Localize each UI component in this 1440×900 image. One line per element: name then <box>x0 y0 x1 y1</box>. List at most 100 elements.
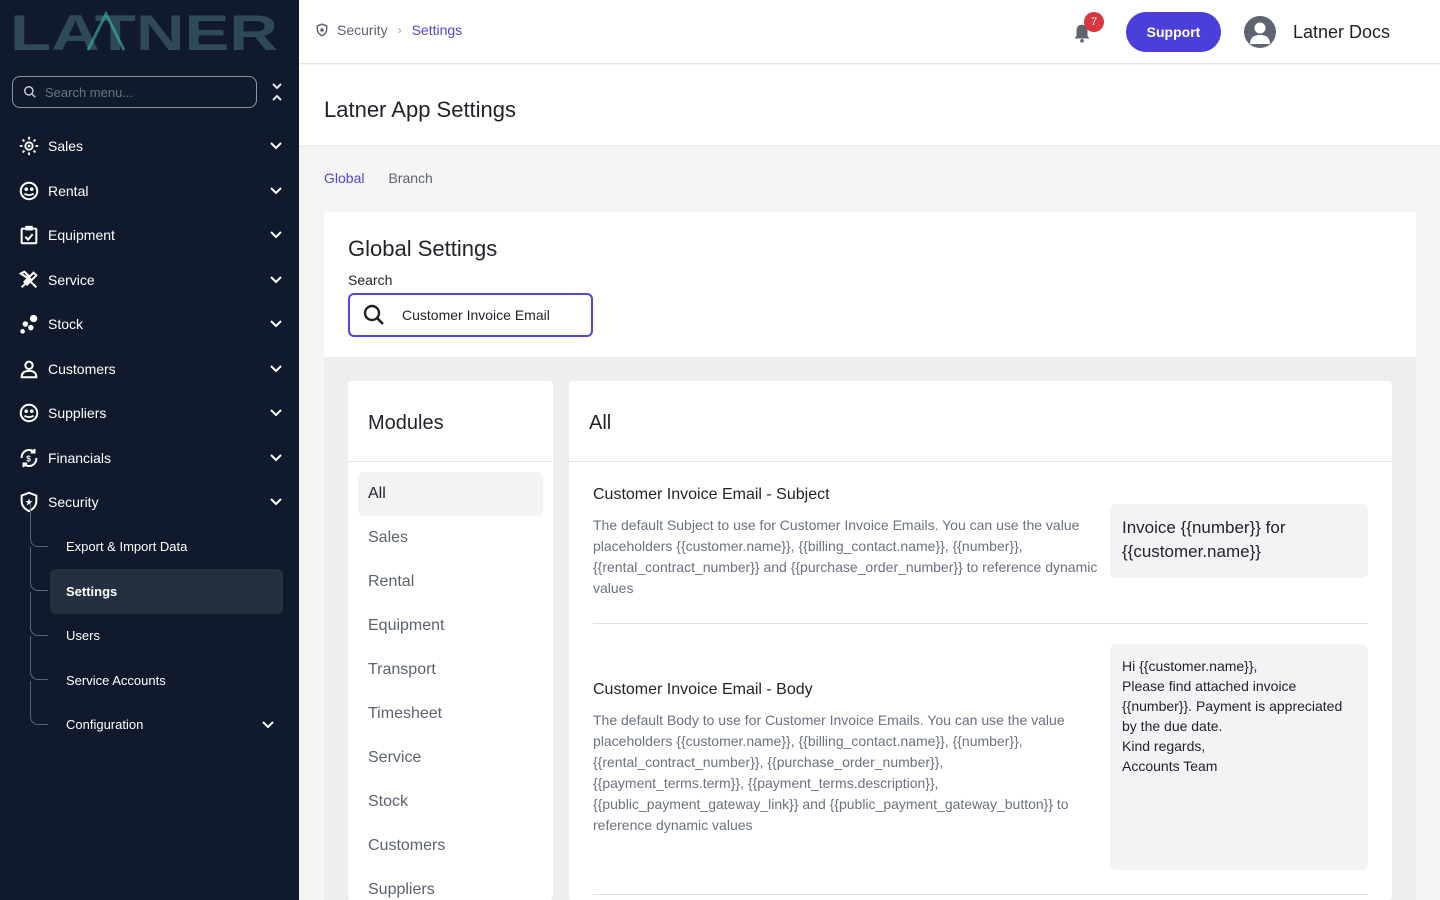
module-item-equipment[interactable]: Equipment <box>358 604 543 648</box>
setting-value-field[interactable]: Hi {{customer.name}}, Please find attach… <box>1110 644 1368 870</box>
setting-name: Customer Invoice Email - Subject <box>593 486 830 503</box>
svg-text:LATNER: LATNER <box>10 10 278 54</box>
tree-connector <box>30 636 48 680</box>
module-item-sales[interactable]: Sales <box>358 516 543 560</box>
tree-connector <box>30 591 48 636</box>
settings-tabs: Global Branch <box>324 170 457 214</box>
breadcrumb-security-link[interactable]: Security <box>337 22 388 38</box>
sidebar-item-label: Suppliers <box>48 405 107 422</box>
customers-icon <box>18 358 40 380</box>
rental-icon <box>18 180 40 202</box>
settings-list-title: All <box>589 412 612 434</box>
sidebar-item-label: Service <box>48 271 95 288</box>
sidebar-subitem-label: Users <box>66 628 100 644</box>
sidebar-item-label: Rental <box>48 182 89 199</box>
sidebar-subitem-configuration[interactable]: Configuration <box>0 680 299 748</box>
chevron-down-icon <box>270 142 282 150</box>
breadcrumb-settings: Settings <box>411 22 463 38</box>
chevron-down-icon <box>270 186 282 194</box>
chevron-down-icon <box>270 453 282 461</box>
module-item-transport[interactable]: Transport <box>358 648 543 692</box>
chevron-down-icon <box>270 364 282 372</box>
divider <box>348 461 553 462</box>
module-item-service[interactable]: Service <box>358 736 543 780</box>
equipment-icon <box>18 224 40 246</box>
modules-panel: Modules All Sales Rental Equipment Trans… <box>348 381 553 900</box>
chevron-down-icon <box>270 498 282 506</box>
search-icon <box>24 86 36 98</box>
page-header: Latner App Settings <box>299 65 1440 145</box>
chevron-down-icon <box>270 231 282 239</box>
module-item-customers[interactable]: Customers <box>358 824 543 868</box>
menu-search-input[interactable] <box>45 84 235 100</box>
user-name[interactable]: Latner Docs <box>1293 22 1390 43</box>
module-item-suppliers[interactable]: Suppliers <box>358 868 543 900</box>
breadcrumb: Security › Settings <box>315 22 462 38</box>
sidebar-subitem-label: Settings <box>66 583 118 599</box>
sidebar-item-equipment[interactable]: Equipment <box>0 213 299 258</box>
setting-description: The default Subject to use for Customer … <box>593 517 1098 596</box>
chevron-down-icon <box>270 409 282 417</box>
menu-search[interactable] <box>12 76 257 108</box>
sidebar-item-label: Financials <box>48 449 112 466</box>
sidebar-item-suppliers[interactable]: Suppliers <box>0 391 299 436</box>
user-icon <box>1250 22 1270 44</box>
tab-global[interactable]: Global <box>324 170 365 214</box>
chevron-down-icon <box>262 720 274 728</box>
global-settings-card: Global Settings Search <box>324 212 1416 357</box>
sidebar-subitem-label: Export & Import Data <box>66 539 188 555</box>
tree-connector <box>30 680 48 725</box>
modules-title: Modules <box>368 412 444 434</box>
module-item-timesheet[interactable]: Timesheet <box>358 692 543 736</box>
svg-text:$: $ <box>26 454 31 463</box>
service-icon <box>18 269 40 291</box>
page-title: Latner App Settings <box>324 97 517 122</box>
stock-icon <box>18 313 40 335</box>
module-item-stock[interactable]: Stock <box>358 780 543 824</box>
sidebar-item-label: Customers <box>48 360 116 377</box>
sidebar-item-customers[interactable]: Customers <box>0 347 299 392</box>
shield-icon <box>316 23 328 37</box>
setting-description: The default Body to use for Customer Inv… <box>593 712 1069 833</box>
collapse-sidebar-button[interactable] <box>268 82 286 102</box>
settings-search-input[interactable] <box>402 307 582 323</box>
tab-branch[interactable]: Branch <box>388 170 432 212</box>
suppliers-icon <box>18 402 40 424</box>
setting-value-field[interactable]: Invoice {{number}} for {{customer.name}} <box>1110 504 1368 578</box>
settings-list-panel: All Customer Invoice Email - Subject The… <box>569 381 1392 900</box>
sidebar: LATNER Sales Rental Equipment Service <box>0 0 299 900</box>
collapse-icon <box>272 83 282 101</box>
sidebar-item-rental[interactable]: Rental <box>0 169 299 214</box>
sidebar-item-label: Sales <box>48 138 84 155</box>
tree-connector <box>30 502 48 547</box>
module-item-rental[interactable]: Rental <box>358 560 543 604</box>
avatar[interactable] <box>1244 16 1276 48</box>
global-settings-title: Global Settings <box>348 236 498 261</box>
sidebar-item-stock[interactable]: Stock <box>0 302 299 347</box>
sidebar-item-financials[interactable]: $ Financials <box>0 436 299 481</box>
setting-name: Customer Invoice Email - Body <box>593 681 813 698</box>
sidebar-item-label: Security <box>48 494 99 511</box>
breadcrumb-chevron-icon: › <box>397 23 402 37</box>
sidebar-item-label: Stock <box>48 316 84 333</box>
search-label: Search <box>348 272 393 288</box>
divider <box>593 623 1368 624</box>
top-bar: Security › Settings 7 Support Latner Doc… <box>299 0 1440 64</box>
divider <box>569 461 1392 462</box>
financials-icon: $ <box>18 447 40 469</box>
sidebar-item-label: Equipment <box>48 227 115 244</box>
support-button[interactable]: Support <box>1126 12 1221 52</box>
notification-badge: 7 <box>1084 12 1104 32</box>
latner-logo[interactable]: LATNER <box>10 5 280 61</box>
sales-icon <box>18 135 40 157</box>
sidebar-item-service[interactable]: Service <box>0 258 299 303</box>
module-item-all[interactable]: All <box>358 472 543 516</box>
logo-wordmark: LATNER <box>10 5 278 61</box>
sidebar-nav: Sales Rental Equipment Service Stock Cus… <box>0 124 299 747</box>
sidebar-subitem-label: Service Accounts <box>66 672 166 688</box>
chevron-down-icon <box>270 275 282 283</box>
chevron-down-icon <box>270 320 282 328</box>
sidebar-item-sales[interactable]: Sales <box>0 124 299 169</box>
divider <box>593 894 1368 895</box>
settings-search[interactable] <box>348 293 593 337</box>
